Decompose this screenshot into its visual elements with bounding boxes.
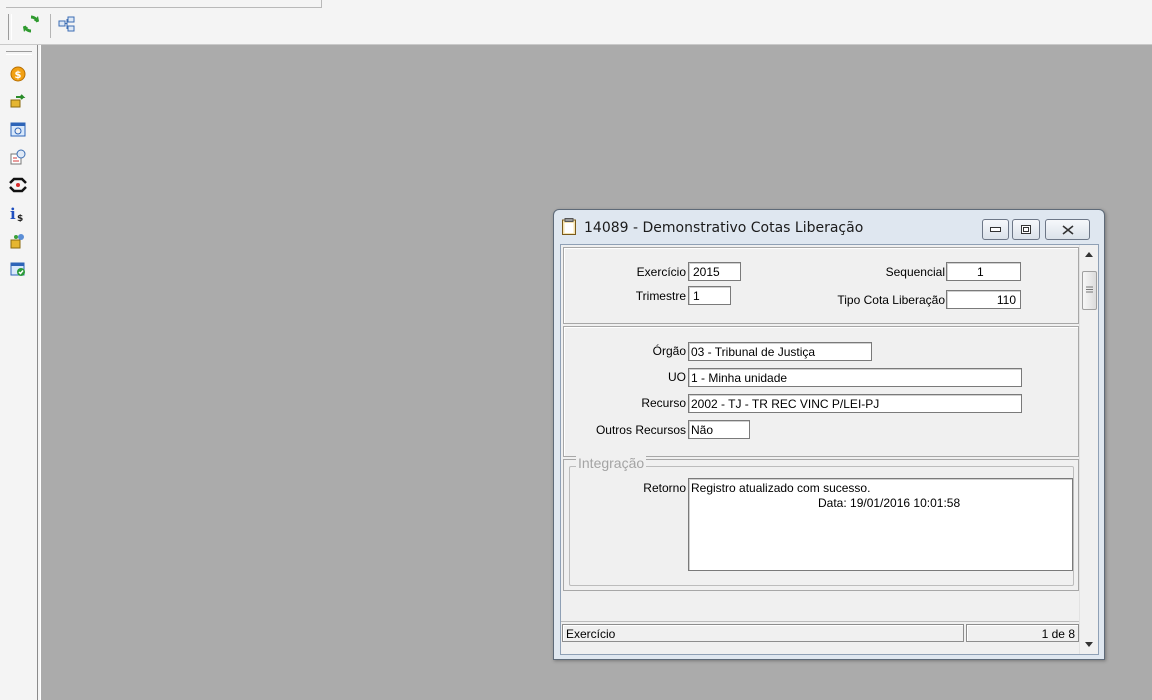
refresh-button[interactable] xyxy=(20,13,42,35)
info-money-button[interactable]: i $ xyxy=(9,205,27,223)
close-button[interactable] xyxy=(1045,219,1090,240)
status-record-count: 1 de 8 xyxy=(966,624,1079,642)
grip-lines-icon xyxy=(1086,286,1093,293)
report-icon xyxy=(10,149,26,165)
retorno-line-1: Registro atualizado com sucesso. xyxy=(691,481,871,495)
trimestre-field[interactable]: 1 xyxy=(688,286,731,305)
status-bar: Exercício 1 de 8 xyxy=(561,621,1080,643)
retorno-line-2: Data: 19/01/2016 10:01:58 xyxy=(818,496,961,510)
retorno-label: Retorno xyxy=(643,481,686,495)
check-window-icon xyxy=(10,262,25,276)
users-icon xyxy=(10,234,24,249)
close-icon xyxy=(1062,224,1073,235)
exercicio-label: Exercício xyxy=(636,265,686,279)
left-toolbar: $ i $ xyxy=(0,45,40,700)
outros-recursos-label: Outros Recursos xyxy=(595,423,686,437)
vertical-scrollbar[interactable] xyxy=(1079,245,1098,654)
details-panel: Órgão 03 - Tribunal de Justiça UO 1 - Mi… xyxy=(563,326,1079,457)
calendar-button[interactable] xyxy=(9,120,27,138)
link-button[interactable] xyxy=(9,176,27,194)
retorno-memo[interactable]: Registro atualizado com sucesso. Data: 1… xyxy=(688,478,1073,571)
scroll-down-arrow-icon[interactable] xyxy=(1085,642,1093,647)
toolbar-grip[interactable] xyxy=(8,14,12,40)
link-icon xyxy=(9,177,27,193)
outros-recursos-field[interactable]: Não xyxy=(688,420,750,439)
users-button[interactable] xyxy=(9,232,27,250)
sequencial-label: Sequencial xyxy=(885,265,945,279)
integracao-title: Integração xyxy=(576,455,647,471)
left-toolbar-grip[interactable] xyxy=(6,51,32,55)
report-button[interactable] xyxy=(9,148,27,166)
calendar-icon xyxy=(10,122,26,137)
recurso-field[interactable]: 2002 - TJ - TR REC VINC P/LEI-PJ xyxy=(688,394,1022,413)
svg-text:i: i xyxy=(10,206,16,222)
tree-view-icon xyxy=(58,16,75,32)
window-title: 14089 - Demonstrativo Cotas Liberação xyxy=(584,220,864,236)
tab-strip xyxy=(6,0,322,8)
scrollbar-thumb[interactable] xyxy=(1082,271,1097,310)
minimize-icon xyxy=(990,227,1001,232)
svg-text:$: $ xyxy=(15,70,22,81)
clipboard-icon xyxy=(562,218,576,235)
scroll-up-arrow-icon[interactable] xyxy=(1085,252,1093,257)
status-divider xyxy=(561,621,1080,622)
orgao-field[interactable]: 03 - Tribunal de Justiça xyxy=(688,342,872,361)
maximize-icon xyxy=(1021,225,1031,234)
toolbar-separator xyxy=(50,14,51,38)
sequencial-field[interactable]: 1 xyxy=(946,262,1021,281)
svg-text:$: $ xyxy=(17,214,23,222)
refresh-icon xyxy=(23,15,39,33)
transfer-button[interactable] xyxy=(9,92,27,110)
orgao-label: Órgão xyxy=(652,344,686,358)
top-toolbar xyxy=(0,0,1152,45)
integracao-panel: Integração Retorno Registro atualizado c… xyxy=(563,455,1079,591)
coin-icon: $ xyxy=(10,66,26,82)
document-window: 14089 - Demonstrativo Cotas Liberação Ex… xyxy=(553,209,1105,660)
tree-view-button[interactable] xyxy=(56,13,78,35)
tipo-cota-label: Tipo Cota Liberação xyxy=(837,293,945,307)
window-client-area: Exercício 2015 Trimestre 1 Sequencial 1 … xyxy=(560,244,1099,655)
uo-field[interactable]: 1 - Minha unidade xyxy=(688,368,1022,387)
maximize-button[interactable] xyxy=(1012,219,1040,240)
window-titlebar[interactable]: 14089 - Demonstrativo Cotas Liberação xyxy=(554,210,1104,244)
recurso-label: Recurso xyxy=(641,396,686,410)
check-window-button[interactable] xyxy=(9,260,27,278)
left-toolbar-border xyxy=(37,45,38,700)
tipo-cota-field[interactable]: 110 xyxy=(946,290,1021,309)
coin-button[interactable]: $ xyxy=(9,65,27,83)
minimize-button[interactable] xyxy=(982,219,1009,240)
transfer-icon xyxy=(10,94,26,108)
uo-label: UO xyxy=(668,370,686,384)
info-money-icon: i $ xyxy=(10,206,23,222)
trimestre-label: Trimestre xyxy=(635,289,686,303)
header-panel: Exercício 2015 Trimestre 1 Sequencial 1 … xyxy=(563,247,1079,324)
status-field-name: Exercício xyxy=(562,624,964,642)
exercicio-field[interactable]: 2015 xyxy=(688,262,741,281)
